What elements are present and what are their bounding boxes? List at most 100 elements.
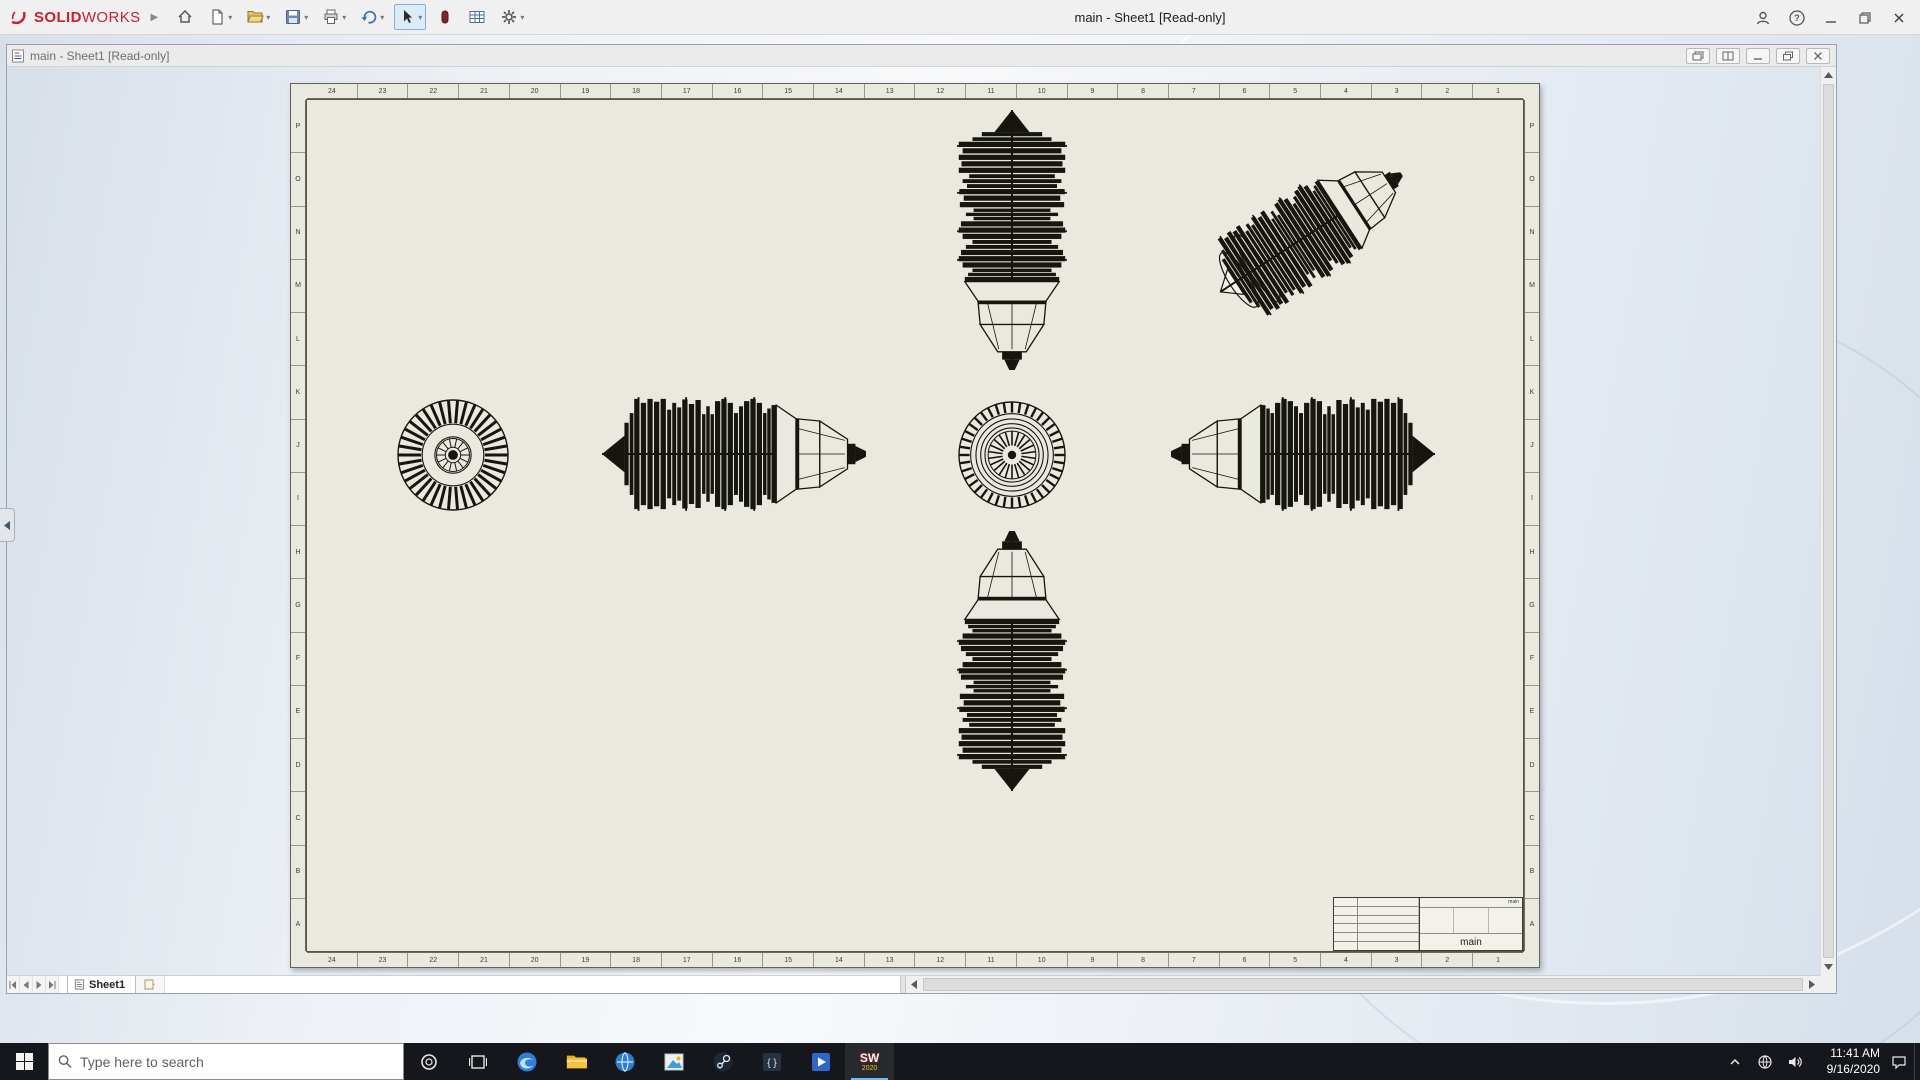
sheet-properties-button[interactable] — [464, 4, 490, 30]
last-arrow-icon — [48, 981, 56, 989]
horizontal-scrollbar[interactable] — [906, 976, 1820, 993]
zone-label: 6 — [1220, 953, 1271, 967]
zone-label: 9 — [1068, 953, 1119, 967]
first-sheet-button[interactable] — [7, 976, 20, 993]
chevron-down-icon[interactable]: ▾ — [228, 13, 232, 22]
zone-label: 7 — [1169, 84, 1220, 98]
doc-restore-button[interactable] — [1776, 48, 1800, 64]
sheet-tab-active[interactable]: Sheet1 — [67, 976, 136, 993]
restore-button[interactable] — [1848, 0, 1882, 35]
task-view-button[interactable] — [453, 1043, 502, 1080]
drawing-view-side-right[interactable] — [1171, 396, 1435, 512]
cortana-button[interactable] — [404, 1043, 453, 1080]
zone-label: 5 — [1270, 953, 1321, 967]
undo-button[interactable]: ▾ — [356, 4, 388, 30]
home-icon — [176, 8, 194, 26]
new-document-button[interactable]: ▾ — [204, 4, 236, 30]
tab-strip: Sheet1 — [7, 976, 900, 993]
scroll-down-button[interactable] — [1821, 959, 1836, 975]
doc-minimize-button[interactable] — [1746, 48, 1770, 64]
minimize-button[interactable] — [1814, 0, 1848, 35]
app-solidworks[interactable]: SW 2020 — [845, 1043, 894, 1080]
drawing-view-front[interactable] — [958, 401, 1066, 509]
network-button[interactable] — [1750, 1043, 1780, 1080]
document-titlebar[interactable]: main - Sheet1 [Read-only] — [7, 45, 1836, 67]
action-center-button[interactable] — [1884, 1043, 1914, 1080]
scroll-up-button[interactable] — [1821, 67, 1836, 83]
minimize-icon — [1823, 10, 1839, 26]
file-explorer-icon — [565, 1051, 587, 1073]
zone-label: 21 — [459, 84, 510, 98]
close-button[interactable] — [1882, 0, 1916, 35]
app-file-explorer[interactable] — [551, 1043, 600, 1080]
drawing-view-side-left[interactable] — [602, 396, 866, 512]
chevron-down-icon[interactable]: ▾ — [418, 13, 422, 22]
app-browser[interactable] — [600, 1043, 649, 1080]
add-sheet-icon — [144, 979, 156, 990]
start-button[interactable] — [0, 1043, 48, 1080]
title-block-name: main — [1420, 934, 1522, 950]
zone-label: I — [1525, 473, 1539, 526]
tile-icon — [1722, 51, 1734, 61]
right-arrow-icon — [35, 981, 43, 989]
taskbar-clock[interactable]: 11:41 AM 9/16/2020 — [1810, 1043, 1884, 1080]
previous-sheet-button[interactable] — [20, 976, 33, 993]
drawing-view-isometric[interactable] — [1189, 121, 1429, 341]
last-sheet-button[interactable] — [46, 976, 59, 993]
select-tool-button[interactable]: ▾ — [394, 4, 426, 30]
taskbar-search[interactable] — [48, 1043, 404, 1080]
code-app-icon: { } — [761, 1051, 783, 1073]
add-sheet-button[interactable] — [136, 976, 165, 993]
drawing-viewport[interactable]: 242322212019181716151413121110987654321 … — [7, 67, 1820, 975]
scroll-left-button[interactable] — [906, 976, 922, 993]
chevron-down-icon[interactable]: ▾ — [520, 13, 524, 22]
zone-label: 23 — [358, 953, 409, 967]
doc-close-button[interactable] — [1806, 48, 1830, 64]
tray-expand-button[interactable] — [1720, 1043, 1750, 1080]
titlebar-controls: ? — [1746, 0, 1916, 35]
home-button[interactable] — [172, 4, 198, 30]
zone-label: 14 — [814, 84, 865, 98]
search-input[interactable] — [80, 1054, 394, 1070]
vertical-scroll-thumb[interactable] — [1823, 84, 1834, 958]
main-titlebar: SOLIDWORKS ▶ ▾ ▾ ▾ — [0, 0, 1920, 35]
app-code[interactable]: { } — [747, 1043, 796, 1080]
show-desktop-button[interactable] — [1914, 1043, 1920, 1080]
app-edge[interactable] — [502, 1043, 551, 1080]
drawing-view-top[interactable] — [956, 110, 1068, 370]
zone-label: F — [1525, 633, 1539, 686]
scroll-right-button[interactable] — [1804, 976, 1820, 993]
drawing-view-fan-face[interactable] — [397, 399, 509, 511]
zone-label: 22 — [408, 84, 459, 98]
print-button[interactable]: ▾ — [318, 4, 350, 30]
next-sheet-button[interactable] — [33, 976, 46, 993]
zone-label: 6 — [1220, 84, 1271, 98]
horizontal-scroll-thumb[interactable] — [923, 978, 1803, 991]
volume-button[interactable] — [1780, 1043, 1810, 1080]
app-steam[interactable] — [698, 1043, 747, 1080]
app-photos[interactable] — [649, 1043, 698, 1080]
view-orientation-button[interactable] — [432, 4, 458, 30]
drawing-view-bottom[interactable] — [956, 531, 1068, 791]
featuremanager-collapsed-tab[interactable] — [0, 508, 15, 542]
edge-icon — [516, 1051, 538, 1073]
close-icon — [1891, 10, 1907, 26]
zone-label: 7 — [1169, 953, 1220, 967]
chevron-down-icon[interactable]: ▾ — [342, 13, 346, 22]
doc-cascade-button[interactable] — [1686, 48, 1710, 64]
chevron-down-icon[interactable]: ▾ — [380, 13, 384, 22]
options-button[interactable]: ▾ — [496, 4, 528, 30]
chevron-down-icon[interactable]: ▾ — [266, 13, 270, 22]
arrow-right-icon — [1809, 980, 1815, 989]
vertical-scrollbar[interactable] — [1820, 67, 1836, 975]
app-media-player[interactable] — [796, 1043, 845, 1080]
save-button[interactable]: ▾ — [280, 4, 312, 30]
chevron-down-icon[interactable]: ▾ — [304, 13, 308, 22]
account-button[interactable] — [1746, 0, 1780, 35]
doc-tile-button[interactable] — [1716, 48, 1740, 64]
zone-label: L — [291, 313, 305, 366]
breadcrumb-arrow-icon[interactable]: ▶ — [151, 12, 159, 23]
help-button[interactable]: ? — [1780, 0, 1814, 35]
open-button[interactable]: ▾ — [242, 4, 274, 30]
windows-logo-icon — [16, 1053, 33, 1070]
